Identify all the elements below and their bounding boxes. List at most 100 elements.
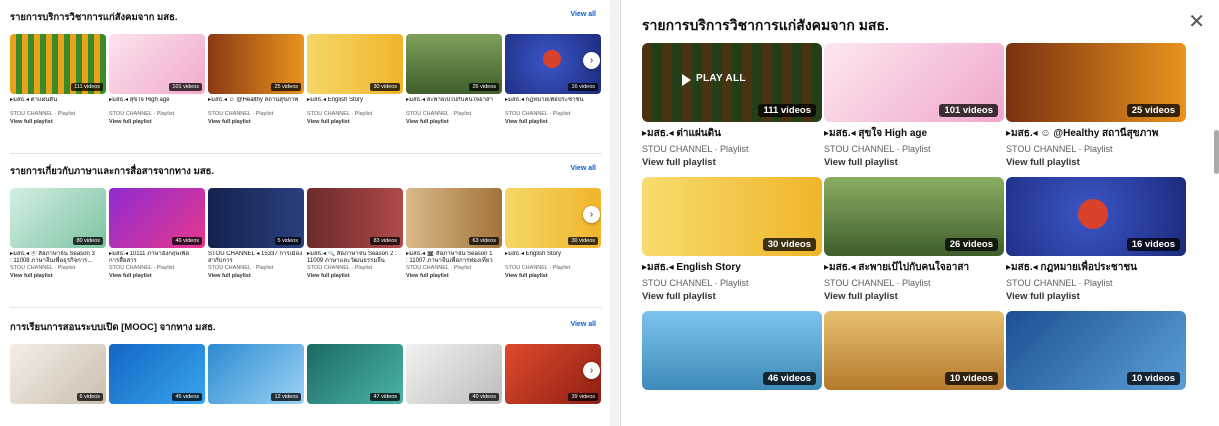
- playlist-meta[interactable]: STOU CHANNEL · Playlist: [307, 265, 403, 271]
- view-all-link[interactable]: View all: [570, 165, 596, 172]
- playlist-meta[interactable]: STOU CHANNEL · Playlist: [1006, 144, 1186, 154]
- view-full-playlist-link[interactable]: View full playlist: [10, 273, 106, 279]
- playlist-card[interactable]: 47 videos: [307, 344, 403, 404]
- playlist-thumbnail[interactable]: 46 videos: [642, 311, 822, 390]
- playlist-card[interactable]: 83 videos ▸มสธ.◂ 🔍 สื่อภาษาจีน Season 2 …: [307, 188, 403, 279]
- playlist-meta[interactable]: STOU CHANNEL · Playlist: [10, 111, 106, 117]
- modal-playlist-card[interactable]: 26 videos ▸มสธ.◂ สะพายเป้ไปกับคนใจอาสา S…: [824, 177, 1004, 302]
- playlist-meta[interactable]: STOU CHANNEL · Playlist: [642, 144, 822, 154]
- view-full-playlist-link[interactable]: View full playlist: [307, 273, 403, 279]
- modal-playlist-card[interactable]: 10 videos: [1006, 311, 1186, 390]
- modal-playlist-card[interactable]: 10 videos: [824, 311, 1004, 390]
- play-all-label[interactable]: PLAY ALL: [696, 73, 746, 84]
- playlist-meta[interactable]: STOU CHANNEL · Playlist: [10, 265, 106, 271]
- playlist-meta[interactable]: STOU CHANNEL · Playlist: [208, 265, 304, 271]
- next-arrow-button[interactable]: ›: [583, 362, 600, 379]
- playlist-card[interactable]: 5 videos STOU CHANNEL ◂ 15337 การเมืองสา…: [208, 188, 304, 279]
- playlist-thumbnail[interactable]: 26 videos: [824, 177, 1004, 256]
- view-all-link[interactable]: View all: [570, 321, 596, 328]
- playlist-card[interactable]: 25 videos ▸มสธ.◂ ☺ @Healthy สถานีสุขภาพ …: [208, 34, 304, 125]
- playlist-thumbnail[interactable]: 83 videos: [307, 188, 403, 248]
- playlist-thumbnail[interactable]: 26 videos: [406, 34, 502, 94]
- view-full-playlist-link[interactable]: View full playlist: [406, 119, 502, 125]
- playlist-thumbnail[interactable]: 30 videos: [642, 177, 822, 256]
- view-full-playlist-link[interactable]: View full playlist: [824, 157, 1004, 168]
- modal-playlist-card[interactable]: 30 videos ▸มสธ.◂ English Story STOU CHAN…: [642, 177, 822, 302]
- playlist-title[interactable]: ▸มสธ.◂ ☺ @Healthy สถานีสุขภาพ: [208, 97, 304, 110]
- playlist-card[interactable]: 101 videos ▸มสธ.◂ สุขใจ High age STOU CH…: [109, 34, 205, 125]
- close-icon[interactable]: ✕: [1188, 12, 1205, 32]
- playlist-card[interactable]: 30 videos ▸มสธ.◂ English Story STOU CHAN…: [307, 34, 403, 125]
- view-full-playlist-link[interactable]: View full playlist: [406, 273, 502, 279]
- view-full-playlist-link[interactable]: View full playlist: [109, 273, 205, 279]
- playlist-title[interactable]: ▸มสธ.◂ ☺ @Healthy สถานีสุขภาพ: [1006, 126, 1186, 139]
- playlist-card[interactable]: 12 videos: [208, 344, 304, 404]
- playlist-card[interactable]: 80 videos ▸มสธ.◂ ⓔ สื่อภาษาจีน Season 3 …: [10, 188, 106, 279]
- playlist-title[interactable]: ▸มสธ.◂ English Story: [505, 251, 601, 264]
- view-full-playlist-link[interactable]: View full playlist: [109, 119, 205, 125]
- playlist-thumbnail[interactable]: 16 videos: [1006, 177, 1186, 256]
- playlist-thumbnail[interactable]: 25 videos: [1006, 43, 1186, 122]
- playlist-card[interactable]: 46 videos ▸มสธ.◂ 10111 ภาษาอังกฤษเพื่อ ก…: [109, 188, 205, 279]
- playlist-title[interactable]: ▸มสธ.◂ กฎหมายเพื่อประชาชน: [1006, 260, 1186, 273]
- view-full-playlist-link[interactable]: View full playlist: [208, 119, 304, 125]
- modal-playlist-card[interactable]: 25 videos ▸มสธ.◂ ☺ @Healthy สถานีสุขภาพ …: [1006, 43, 1186, 168]
- playlist-card[interactable]: 16 videos ▸มสธ.◂ กฎหมายเพื่อประชาชน STOU…: [505, 34, 601, 125]
- view-full-playlist-link[interactable]: View full playlist: [642, 291, 822, 302]
- playlist-meta[interactable]: STOU CHANNEL · Playlist: [1006, 278, 1186, 288]
- playlist-thumbnail[interactable]: 12 videos: [208, 344, 304, 404]
- playlist-title[interactable]: ▸มสธ.◂ สะพายเป้ไปกับคนใจอาสา: [406, 97, 502, 110]
- playlist-thumbnail[interactable]: 5 videos: [208, 188, 304, 248]
- playlist-meta[interactable]: STOU CHANNEL · Playlist: [109, 111, 205, 117]
- playlist-title[interactable]: ▸มสธ.◂ กฎหมายเพื่อประชาชน: [505, 97, 601, 110]
- view-full-playlist-link[interactable]: View full playlist: [10, 119, 106, 125]
- playlist-meta[interactable]: STOU CHANNEL · Playlist: [824, 144, 1004, 154]
- playlist-title[interactable]: ▸มสธ.◂ สะพายเป้ไปกับคนใจอาสา: [824, 260, 1004, 273]
- playlist-thumbnail[interactable]: 63 videos: [406, 188, 502, 248]
- playlist-thumbnail[interactable]: 25 videos: [208, 34, 304, 94]
- playlist-meta[interactable]: STOU CHANNEL · Playlist: [307, 111, 403, 117]
- playlist-title[interactable]: ▸มสธ.◂ English Story: [642, 260, 822, 273]
- view-full-playlist-link[interactable]: View full playlist: [307, 119, 403, 125]
- modal-playlist-card[interactable]: PLAY ALL 111 videos ▸มสธ.◂ ต่าแผ่นดิน ST…: [642, 43, 822, 168]
- playlist-thumbnail[interactable]: 30 videos: [307, 34, 403, 94]
- view-full-playlist-link[interactable]: View full playlist: [1006, 291, 1186, 302]
- playlist-title[interactable]: ▸มสธ.◂ ต่าแผ่นดิน: [642, 126, 822, 139]
- modal-playlist-card[interactable]: 16 videos ▸มสธ.◂ กฎหมายเพื่อประชาชน STOU…: [1006, 177, 1186, 302]
- playlist-title[interactable]: ▸มสธ.◂ สุขใจ High age: [824, 126, 1004, 139]
- playlist-thumbnail[interactable]: PLAY ALL 111 videos: [642, 43, 822, 122]
- playlist-thumbnail[interactable]: 46 videos: [109, 188, 205, 248]
- playlist-thumbnail[interactable]: 40 videos: [406, 344, 502, 404]
- playlist-thumbnail[interactable]: 6 videos: [10, 344, 106, 404]
- playlist-thumbnail[interactable]: 111 videos: [10, 34, 106, 94]
- modal-playlist-card[interactable]: 101 videos ▸มสธ.◂ สุขใจ High age STOU CH…: [824, 43, 1004, 168]
- playlist-thumbnail[interactable]: 47 videos: [307, 344, 403, 404]
- playlist-meta[interactable]: STOU CHANNEL · Playlist: [505, 265, 601, 271]
- playlist-thumbnail[interactable]: 10 videos: [1006, 311, 1186, 390]
- view-full-playlist-link[interactable]: View full playlist: [642, 157, 822, 168]
- playlist-title[interactable]: ▸มสธ.◂ 10111 ภาษาอังกฤษเพื่อ การสื่อสาร: [109, 251, 205, 264]
- playlist-title[interactable]: ▸มสธ.◂ ⓔ สื่อภาษาจีน Season 3 : 11008 ภา…: [10, 251, 106, 264]
- playlist-meta[interactable]: STOU CHANNEL · Playlist: [406, 111, 502, 117]
- view-full-playlist-link[interactable]: View full playlist: [824, 291, 1004, 302]
- playlist-title[interactable]: ▸มสธ.◂ ต่าแผ่นดิน: [10, 97, 106, 110]
- playlist-meta[interactable]: STOU CHANNEL · Playlist: [824, 278, 1004, 288]
- next-arrow-button[interactable]: ›: [583, 206, 600, 223]
- playlist-meta[interactable]: STOU CHANNEL · Playlist: [208, 111, 304, 117]
- playlist-thumbnail[interactable]: 45 videos: [109, 344, 205, 404]
- playlist-card[interactable]: 111 videos ▸มสธ.◂ ต่าแผ่นดิน STOU CHANNE…: [10, 34, 106, 125]
- playlist-meta[interactable]: STOU CHANNEL · Playlist: [109, 265, 205, 271]
- playlist-card[interactable]: 26 videos ▸มสธ.◂ สะพายเป้ไปกับคนใจอาสา S…: [406, 34, 502, 125]
- playlist-card[interactable]: 45 videos: [109, 344, 205, 404]
- playlist-card[interactable]: 30 videos ▸มสธ.◂ English Story STOU CHAN…: [505, 188, 601, 279]
- view-full-playlist-link[interactable]: View full playlist: [505, 119, 601, 125]
- view-full-playlist-link[interactable]: View full playlist: [208, 273, 304, 279]
- playlist-title[interactable]: ▸มสธ.◂ สุขใจ High age: [109, 97, 205, 110]
- playlist-title[interactable]: ▸มสธ.◂ 🔍 สื่อภาษาจีน Season 2 : 11009 ภา…: [307, 251, 403, 264]
- playlist-title[interactable]: STOU CHANNEL ◂ 15337 การเมืองสากับการ พั…: [208, 251, 304, 264]
- playlist-card[interactable]: 6 videos: [10, 344, 106, 404]
- view-all-link[interactable]: View all: [570, 11, 596, 18]
- playlist-thumbnail[interactable]: 101 videos: [109, 34, 205, 94]
- scrollbar-thumb[interactable]: [1214, 130, 1219, 174]
- next-arrow-button[interactable]: ›: [583, 52, 600, 69]
